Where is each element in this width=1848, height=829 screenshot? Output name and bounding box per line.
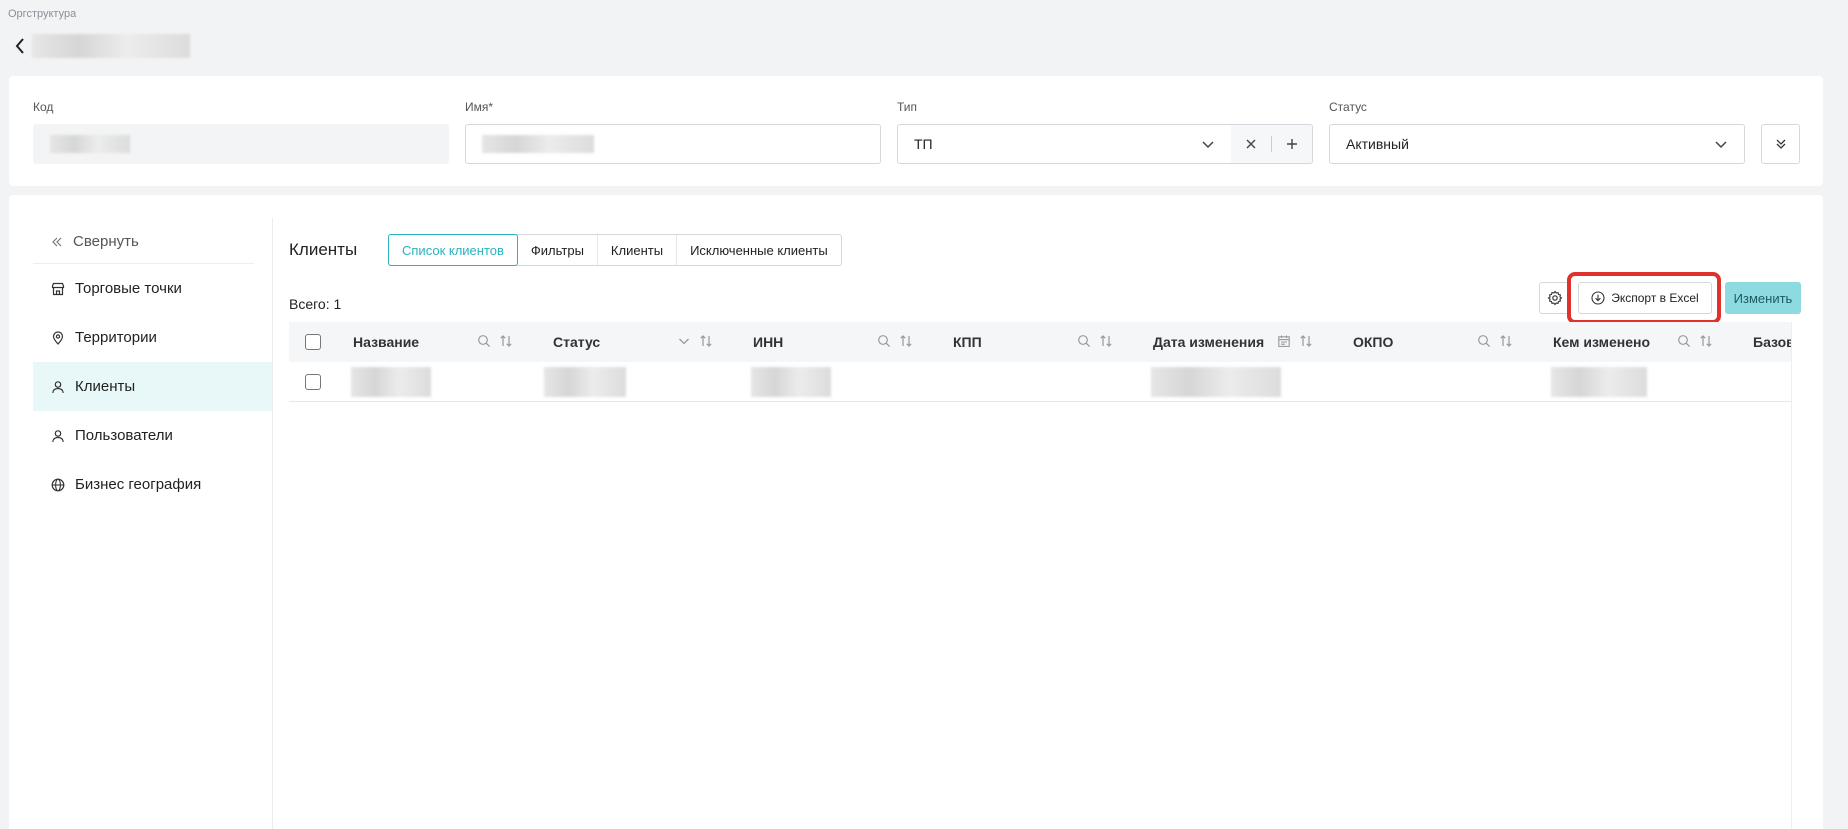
chevron-down-icon <box>1202 141 1214 149</box>
chevron-down-icon[interactable] <box>677 334 691 348</box>
column-header-name[interactable]: Название <box>353 334 419 350</box>
status-value: Активный <box>1346 136 1409 152</box>
tab-clients[interactable]: Клиенты <box>598 235 678 265</box>
sort-icon[interactable] <box>1099 334 1113 348</box>
status-label: Статус <box>1329 100 1367 114</box>
select-all-cell <box>305 322 321 362</box>
page-title-redacted <box>32 34 190 58</box>
tab-excluded-clients[interactable]: Исключенные клиенты <box>677 235 841 265</box>
cell-date-redacted <box>1151 367 1281 397</box>
clear-type-button[interactable] <box>1231 125 1271 163</box>
column-header-modified-date[interactable]: Дата изменения <box>1153 334 1264 350</box>
type-label: Тип <box>897 100 918 114</box>
store-icon <box>51 282 65 295</box>
name-value-redacted <box>482 135 594 153</box>
edit-button[interactable]: Изменить <box>1725 282 1801 314</box>
search-icon[interactable] <box>877 334 891 348</box>
code-field <box>33 124 449 164</box>
breadcrumb[interactable]: Оргструктура <box>8 8 76 20</box>
section-title: Клиенты <box>289 240 358 259</box>
sidebar-item-territories[interactable]: Территории <box>33 313 272 362</box>
add-type-button[interactable] <box>1272 125 1312 163</box>
back-button[interactable] <box>12 36 28 56</box>
sidebar-item-users[interactable]: Пользователи <box>33 411 272 460</box>
column-header-inn[interactable]: ИНН <box>753 334 783 350</box>
sidebar-item-label: Торговые точки <box>75 280 182 297</box>
select-all-checkbox[interactable] <box>305 334 321 350</box>
gear-icon <box>1547 290 1563 306</box>
cell-status-redacted <box>544 367 626 397</box>
sidebar-item-label: Территории <box>75 329 157 346</box>
sidebar-item-trade-points[interactable]: Торговые точки <box>33 264 272 313</box>
close-icon <box>1246 139 1256 149</box>
sidebar-item-label: Пользователи <box>75 427 173 444</box>
export-label: Экспорт в Excel <box>1611 291 1699 305</box>
sort-icon[interactable] <box>899 334 913 348</box>
expand-header-button[interactable] <box>1761 124 1800 164</box>
collapse-sidebar-button[interactable]: Свернуть <box>33 220 254 264</box>
sort-icon[interactable] <box>699 334 713 348</box>
sidebar-divider <box>272 218 273 829</box>
download-icon <box>1591 291 1605 305</box>
column-header-modified-by[interactable]: Кем изменено <box>1553 334 1650 350</box>
tab-filters[interactable]: Фильтры <box>518 235 598 265</box>
code-label: Код <box>33 100 54 114</box>
sidebar-item-label: Бизнес география <box>75 476 202 493</box>
sidebar-item-label: Клиенты <box>75 378 136 395</box>
total-count: Всего: 1 <box>289 296 342 312</box>
status-select[interactable]: Активный <box>1329 124 1745 164</box>
sidebar-item-clients[interactable]: Клиенты <box>33 362 272 411</box>
collapse-label: Свернуть <box>73 233 139 250</box>
tab-client-list[interactable]: Список клиентов <box>388 234 518 266</box>
calendar-icon[interactable] <box>1277 334 1291 348</box>
column-header-kpp[interactable]: КПП <box>953 334 982 350</box>
user-icon <box>52 429 64 442</box>
table-header: Название Статус ИНН КПП Дата изменения О… <box>289 322 1791 362</box>
type-actions <box>1231 124 1313 164</box>
globe-icon <box>51 478 65 491</box>
search-icon[interactable] <box>1077 334 1091 348</box>
double-chevron-down-icon <box>1776 139 1785 149</box>
name-field[interactable] <box>465 124 881 164</box>
sidebar: Свернуть Торговые точки Территории Клиен… <box>33 220 272 509</box>
location-pin-icon <box>52 330 64 345</box>
search-icon[interactable] <box>1677 334 1691 348</box>
sort-icon[interactable] <box>499 334 513 348</box>
search-icon[interactable] <box>1477 334 1491 348</box>
column-header-base[interactable]: Базов <box>1753 334 1791 350</box>
user-icon <box>52 380 64 393</box>
clients-table: Название Статус ИНН КПП Дата изменения О… <box>289 322 1792 829</box>
sort-icon[interactable] <box>1299 334 1313 348</box>
sort-icon[interactable] <box>1699 334 1713 348</box>
cell-inn-redacted <box>751 367 831 397</box>
sidebar-item-business-geography[interactable]: Бизнес география <box>33 460 272 509</box>
plus-icon <box>1287 139 1297 149</box>
export-excel-button[interactable]: Экспорт в Excel <box>1578 282 1712 314</box>
search-icon[interactable] <box>477 334 491 348</box>
column-header-okpo[interactable]: ОКПО <box>1353 334 1393 350</box>
cell-modified-by-redacted <box>1551 367 1647 397</box>
table-row[interactable] <box>289 362 1791 402</box>
chevron-left-icon <box>15 38 24 54</box>
cell-name-redacted <box>351 367 431 397</box>
sort-icon[interactable] <box>1499 334 1513 348</box>
name-label: Имя* <box>465 100 494 114</box>
chevron-down-icon <box>1715 141 1727 149</box>
double-chevron-left-icon <box>52 237 62 246</box>
code-value-redacted <box>50 135 130 153</box>
type-value: ТП <box>914 136 933 152</box>
row-checkbox[interactable] <box>305 374 321 390</box>
column-header-status[interactable]: Статус <box>553 334 600 350</box>
section-tabs: Список клиентов Фильтры Клиенты Исключен… <box>388 234 842 266</box>
type-select[interactable]: ТП <box>897 124 1232 164</box>
